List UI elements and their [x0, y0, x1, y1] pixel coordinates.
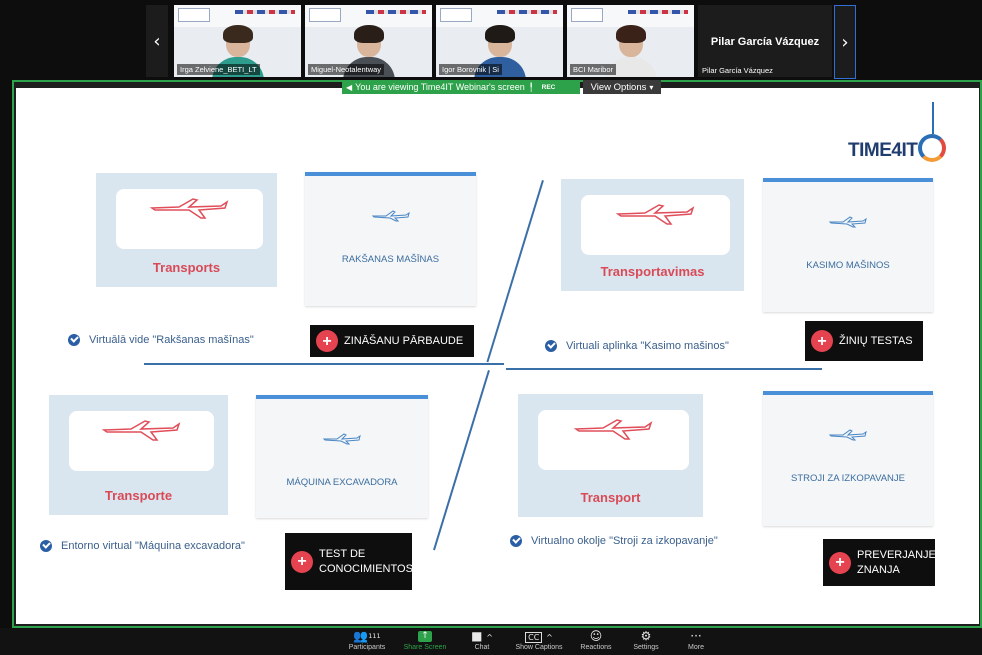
machine-title: STROJI ZA IZKOPAVANJE: [790, 473, 906, 484]
speaker-icon: ◀︎: [346, 82, 353, 92]
share-screen-icon: ↑: [418, 631, 432, 642]
smile-icon: ☺: [589, 629, 603, 643]
active-speaker-label: Pilar García Vázquez: [702, 66, 773, 75]
machine-card[interactable]: KASIMO MAŠINOS: [763, 178, 933, 312]
participant-name: Igor Borovnik | Si: [439, 64, 502, 75]
rec-badge: REC: [541, 83, 556, 91]
participants-icon: 👥: [353, 629, 369, 643]
participant-name: BCI Maribor: [570, 64, 617, 75]
chevron-up-icon: ^: [486, 633, 493, 642]
plus-circle-icon: +: [316, 330, 338, 352]
check-circle-icon: [545, 340, 557, 352]
divider: [144, 363, 504, 365]
machine-title: KASIMO MAŠINOS: [806, 260, 890, 271]
plus-circle-icon: +: [829, 551, 851, 574]
participant-name: Miguel-Neotalentway: [308, 64, 385, 75]
banner-text: You are viewing Time4IT Webinar's screen: [355, 82, 525, 92]
captions-icon: CC: [525, 632, 543, 643]
machine-title: RAKŠANAS MAŠĪNAS: [341, 254, 440, 265]
airplane-icon: [828, 429, 867, 441]
logo-ring-icon: [918, 134, 946, 162]
virtual-env-link[interactable]: Virtuali aplinka "Kasimo mašinos": [545, 340, 729, 352]
chat-icon: ■: [471, 629, 483, 643]
check-circle-icon: [68, 334, 80, 346]
airplane-icon: [101, 420, 180, 441]
chevron-right-icon[interactable]: ›: [834, 5, 856, 79]
machine-title: MÁQUINA EXCAVADORA: [286, 477, 398, 488]
transport-card[interactable]: Transportavimas: [561, 179, 744, 291]
logo-antenna: [932, 102, 934, 134]
screen-share-banner: ◀︎ You are viewing Time4IT Webinar's scr…: [342, 80, 580, 94]
participant-strip: ‹ Irga Zelviene_BETI_LT Miguel-Neotalent…: [0, 0, 982, 80]
machine-card[interactable]: STROJI ZA IZKOPAVANJE: [763, 391, 933, 526]
virtual-env-link[interactable]: Virtuālā vide "Rakšanas mašīnas": [68, 334, 254, 346]
show-captions-button[interactable]: CC ^ Show Captions: [509, 629, 569, 651]
airplane-icon: [149, 198, 228, 219]
more-button[interactable]: ··· More: [666, 629, 726, 651]
divider: [486, 180, 544, 363]
chevron-left-icon[interactable]: ‹: [146, 5, 168, 77]
transport-card[interactable]: Transport: [518, 394, 703, 517]
machine-card[interactable]: MÁQUINA EXCAVADORA: [256, 395, 428, 518]
airplane-icon: [615, 204, 694, 225]
transport-card[interactable]: Transports: [96, 173, 277, 287]
time4it-logo: TIME4IT: [848, 140, 918, 161]
participant-tile[interactable]: Irga Zelviene_BETI_LT: [174, 5, 301, 77]
active-speaker-tile[interactable]: Pilar García Vázquez Pilar García Vázque…: [698, 5, 832, 77]
participant-tile[interactable]: Igor Borovnik | Si: [436, 5, 563, 77]
meeting-toolbar: 👥111 Participants ↑ Share Screen ■ ^ Cha…: [0, 628, 982, 655]
transport-label: Transports: [152, 260, 221, 275]
transport-label: Transporte: [104, 488, 173, 503]
divider: [433, 370, 490, 551]
transport-label: Transport: [580, 490, 641, 505]
knowledge-test-button[interactable]: + ŽINIŲ TESTAS: [805, 321, 923, 361]
machine-card[interactable]: RAKŠANAS MAŠĪNAS: [305, 172, 476, 306]
participant-name: Irga Zelviene_BETI_LT: [177, 64, 260, 75]
participant-tile[interactable]: BCI Maribor: [567, 5, 694, 77]
knowledge-test-button[interactable]: + ZINĀŠANU PĀRBAUDE: [310, 325, 474, 357]
airplane-icon: [573, 419, 652, 440]
chevron-up-icon: ^: [546, 633, 553, 642]
plus-circle-icon: +: [811, 330, 833, 352]
shared-slide: TIME4IT Transports RAKŠANAS MAŠĪNAS Virt…: [16, 88, 979, 624]
chat-button[interactable]: ■ ^ Chat: [452, 629, 512, 651]
participants-count: 111: [368, 632, 381, 640]
view-options-button[interactable]: View Options ▾: [583, 80, 661, 94]
knowledge-test-button[interactable]: + TEST DE CONOCIMIENTOS: [285, 533, 413, 590]
plus-circle-icon: +: [291, 550, 313, 573]
more-dots-icon: ···: [690, 629, 702, 643]
participant-tile[interactable]: Miguel-Neotalentway: [305, 5, 432, 77]
transport-card[interactable]: Transporte: [49, 395, 228, 515]
participants-button[interactable]: 👥111 Participants: [337, 629, 397, 651]
share-screen-button[interactable]: ↑ Share Screen: [395, 629, 455, 651]
airplane-icon: [322, 433, 361, 445]
check-circle-icon: [510, 535, 522, 547]
virtual-env-link[interactable]: Virtualno okolje "Stroji za izkopavanje": [510, 535, 718, 547]
transport-label: Transportavimas: [600, 264, 705, 279]
gear-icon: ⚙: [640, 629, 652, 643]
airplane-icon: [828, 216, 867, 228]
pin-icon: ╿: [528, 82, 534, 92]
knowledge-test-button[interactable]: + PREVERJANJE ZNANJA: [823, 539, 936, 586]
active-speaker-name: Pilar García Vázquez: [710, 36, 820, 48]
chevron-down-icon: ▾: [649, 82, 654, 92]
airplane-icon: [371, 210, 410, 222]
virtual-env-link[interactable]: Entorno virtual "Máquina excavadora": [40, 540, 245, 552]
divider: [506, 368, 822, 370]
check-circle-icon: [40, 540, 52, 552]
